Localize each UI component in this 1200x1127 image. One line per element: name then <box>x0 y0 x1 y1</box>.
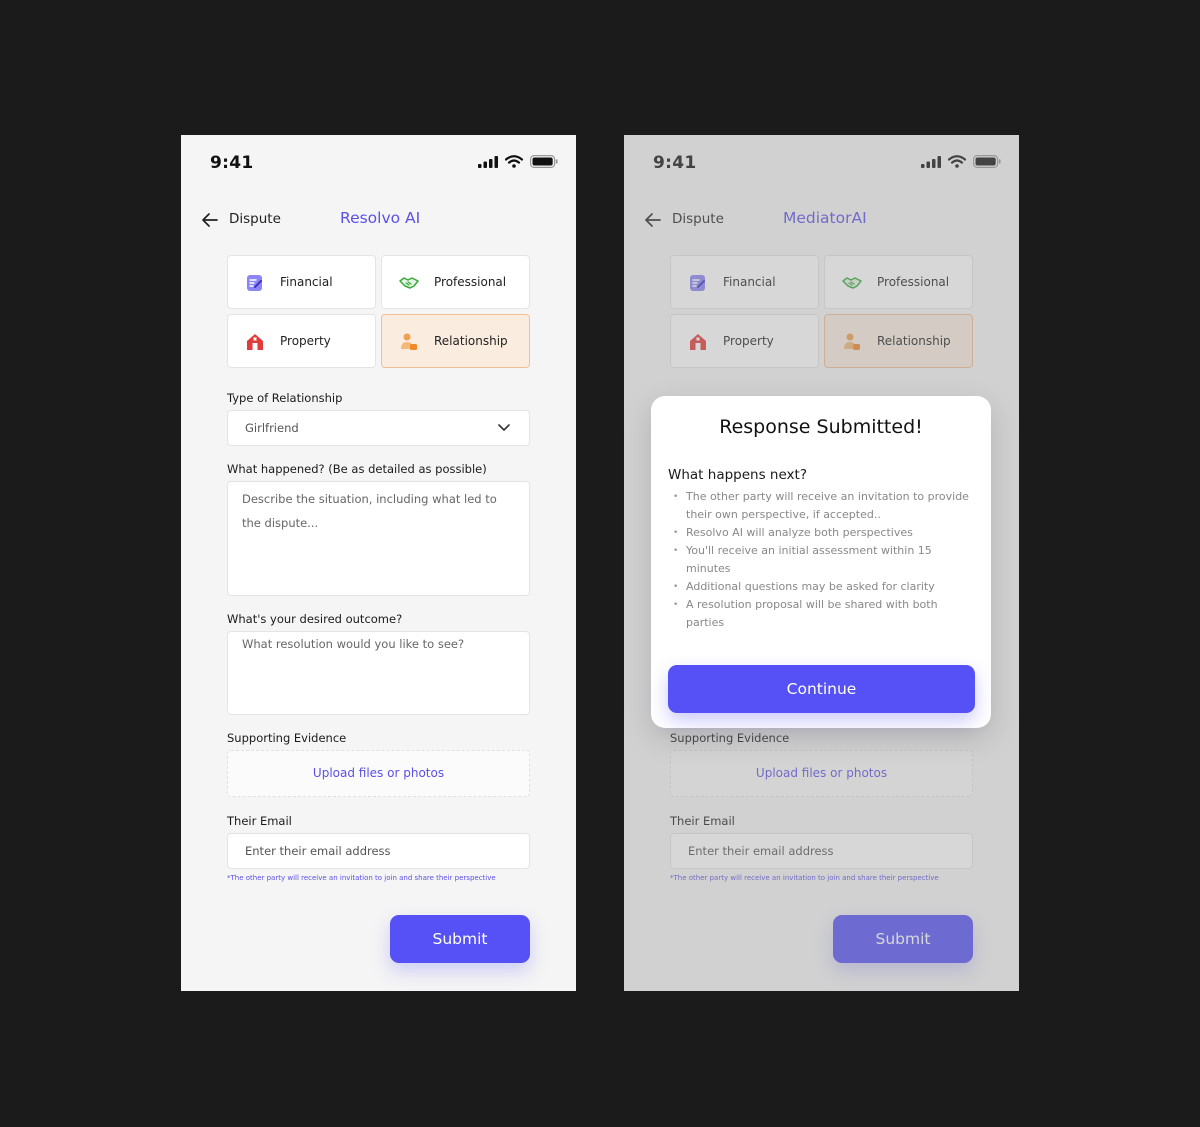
email-input[interactable]: Enter their email address <box>227 833 530 869</box>
chevron-down-icon <box>498 424 510 431</box>
phone-screen-left: 9:41 Dispute Resolvo AI Financial Profes… <box>181 135 576 991</box>
modal-title: Response Submitted! <box>719 416 923 438</box>
back-arrow-icon[interactable] <box>201 211 219 229</box>
status-icons <box>478 155 558 168</box>
category-label: Property <box>280 334 331 348</box>
what-happened-textarea[interactable]: Describe the situation, including what l… <box>227 481 530 596</box>
list-item: You'll receive an initial assessment wit… <box>673 542 973 578</box>
category-property[interactable]: Property <box>227 314 376 368</box>
person-heart-icon <box>401 333 417 350</box>
list-item: A resolution proposal will be shared wit… <box>673 596 973 632</box>
status-time: 9:41 <box>210 153 254 173</box>
top-nav: Dispute Resolvo AI <box>201 209 556 231</box>
list-item: The other party will receive an invitati… <box>673 488 973 524</box>
signal-icon <box>478 155 498 168</box>
continue-button[interactable]: Continue <box>668 665 975 713</box>
email-placeholder: Enter their email address <box>245 844 391 858</box>
category-label: Relationship <box>434 334 508 348</box>
category-label: Financial <box>280 275 333 289</box>
category-professional[interactable]: Professional <box>381 255 530 309</box>
house-icon <box>247 334 263 350</box>
relationship-type-label: Type of Relationship <box>227 391 343 405</box>
relationship-type-select[interactable]: Girlfriend <box>227 410 530 446</box>
upload-button[interactable]: Upload files or photos <box>227 750 530 797</box>
next-steps-list: The other party will receive an invitati… <box>673 488 973 632</box>
email-label: Their Email <box>227 814 292 828</box>
response-submitted-modal: Response Submitted! What happens next? T… <box>651 396 991 728</box>
textarea-placeholder: What resolution would you like to see? <box>242 637 465 651</box>
submit-button[interactable]: Submit <box>390 915 530 963</box>
desired-outcome-label: What's your desired outcome? <box>227 612 403 626</box>
textarea-placeholder: Describe the situation, including what l… <box>242 492 497 530</box>
wifi-icon <box>505 155 523 168</box>
list-item: Additional questions may be asked for cl… <box>673 578 973 596</box>
battery-icon <box>530 155 558 168</box>
brand-name: Resolvo AI <box>340 209 421 227</box>
desired-outcome-textarea[interactable]: What resolution would you like to see? <box>227 631 530 715</box>
select-value: Girlfriend <box>245 421 299 435</box>
evidence-label: Supporting Evidence <box>227 731 347 745</box>
document-edit-icon <box>247 275 262 291</box>
modal-subtitle: What happens next? <box>668 467 807 483</box>
category-financial[interactable]: Financial <box>227 255 376 309</box>
invitation-note: *The other party will receive an invitat… <box>227 874 496 882</box>
nav-title: Dispute <box>229 211 281 227</box>
what-happened-label: What happened? (Be as detailed as possib… <box>227 462 487 476</box>
category-label: Professional <box>434 275 507 289</box>
handshake-icon <box>399 277 419 289</box>
list-item: Resolvo AI will analyze both perspective… <box>673 524 973 542</box>
category-relationship[interactable]: Relationship <box>381 314 530 368</box>
category-grid: Financial Professional Property Relation… <box>227 255 530 368</box>
